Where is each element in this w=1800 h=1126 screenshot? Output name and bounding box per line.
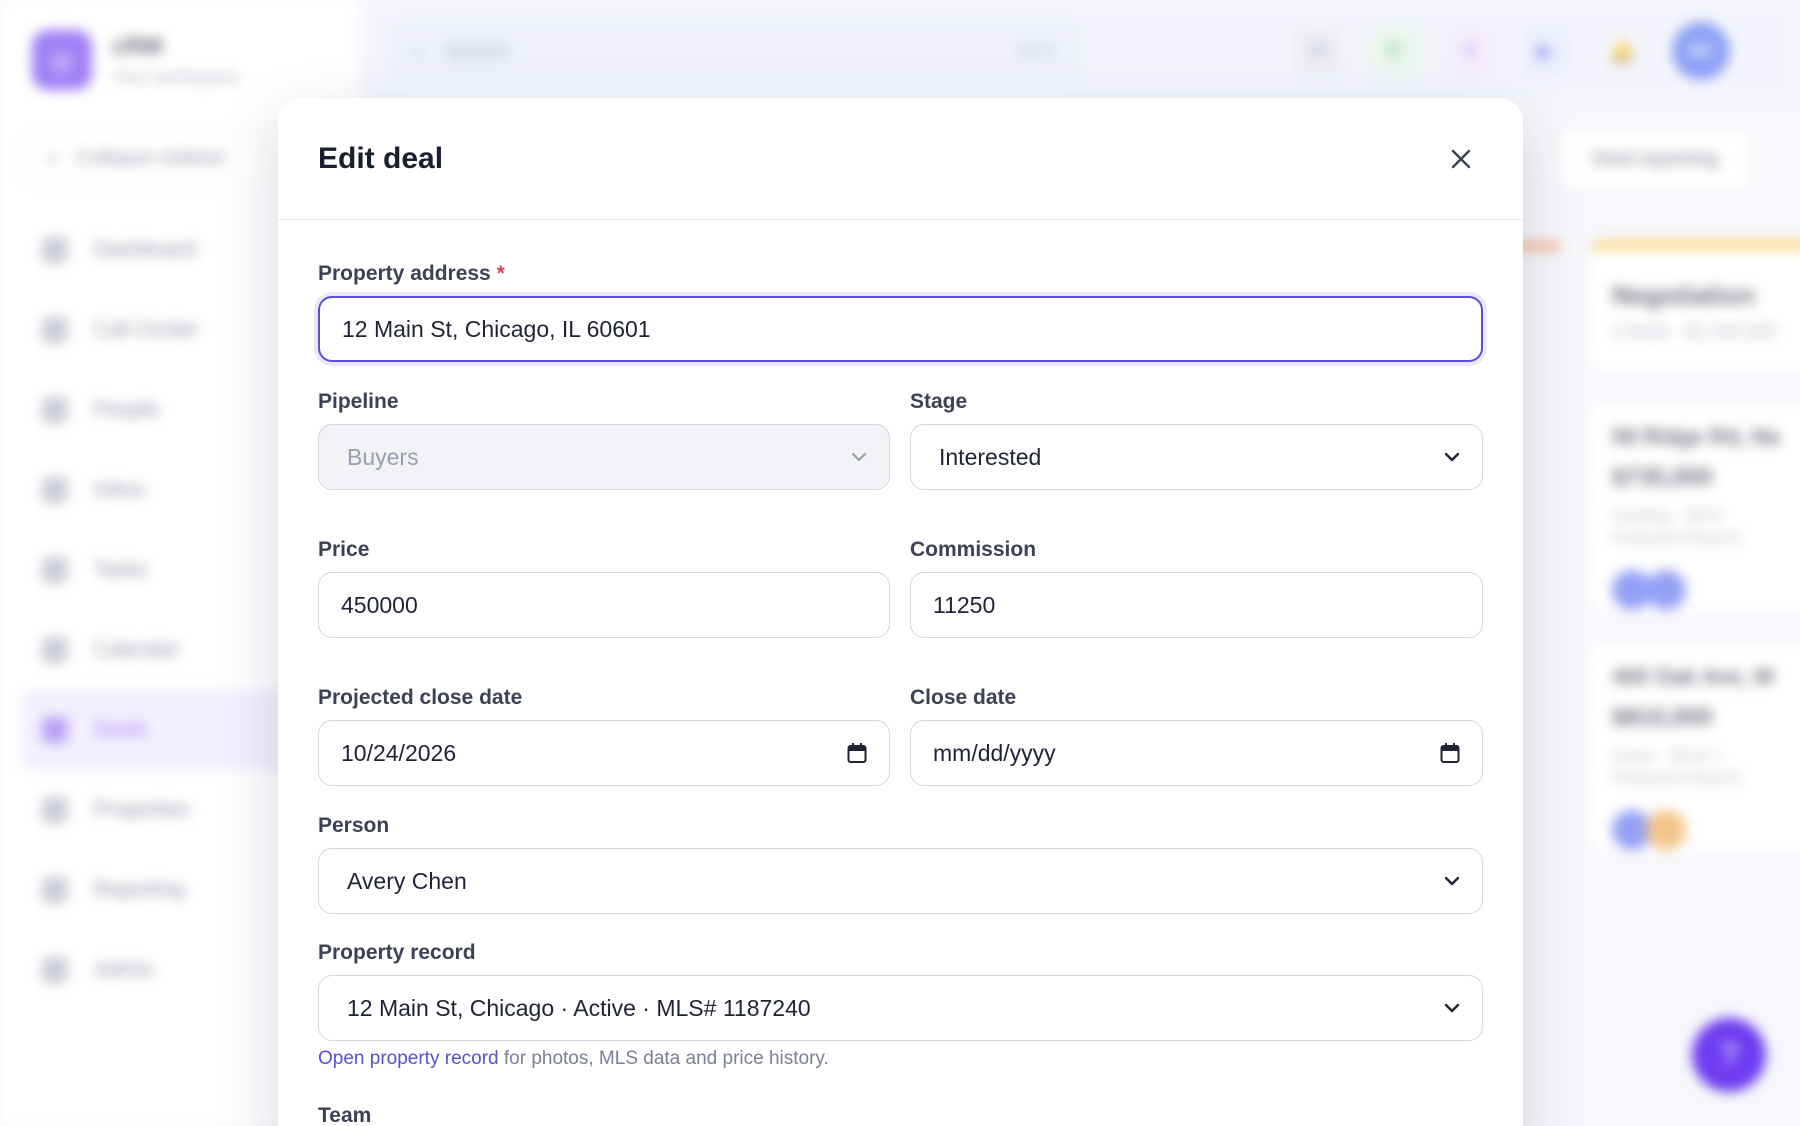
property-record-select[interactable]: 12 Main St, Chicago · Active · MLS# 1187… <box>318 975 1483 1041</box>
pipeline-value: Buyers <box>347 443 419 470</box>
calendar-icon[interactable] <box>847 742 867 764</box>
required-mark: * <box>496 262 505 285</box>
commission-label: Commission <box>910 538 1037 561</box>
help-button[interactable]: ? <box>1692 1018 1766 1092</box>
person-value: Avery Chen <box>347 867 467 894</box>
projected-close-date-value: 10/24/2026 <box>341 739 457 766</box>
property-address-value: 12 Main St, Chicago, IL 60601 <box>342 315 651 342</box>
stage-value: Interested <box>939 443 1042 470</box>
chevron-down-icon <box>1444 876 1460 886</box>
commission-input[interactable]: 11250 <box>910 572 1483 638</box>
open-property-record-link[interactable]: Open property record <box>318 1048 499 1069</box>
pipeline-label: Pipeline <box>318 390 399 413</box>
close-date-label: Close date <box>910 686 1017 709</box>
projected-close-date-label: Projected close date <box>318 686 523 709</box>
modal-title: Edit deal <box>318 141 444 175</box>
property-record-helper: Open property record for photos, MLS dat… <box>318 1048 829 1070</box>
stage-select[interactable]: Interested <box>910 424 1483 490</box>
commission-value: 11250 <box>933 591 996 618</box>
chevron-down-icon <box>851 452 867 462</box>
close-date-value: mm/dd/yyyy <box>933 739 1056 766</box>
pipeline-select: Buyers <box>318 424 890 490</box>
property-record-label: Property record <box>318 941 476 964</box>
stage-label: Stage <box>910 390 968 413</box>
property-address-label-text: Property address <box>318 262 491 285</box>
close-icon <box>1451 149 1471 168</box>
price-label: Price <box>318 538 370 561</box>
calendar-icon[interactable] <box>1440 742 1460 764</box>
modal-header: Edit deal <box>278 98 1523 220</box>
property-address-input[interactable]: 12 Main St, Chicago, IL 60601 <box>318 296 1483 362</box>
chevron-down-icon <box>1444 1003 1460 1013</box>
edit-deal-modal: Edit deal Property address * 12 Main St,… <box>278 98 1523 1126</box>
property-record-value: 12 Main St, Chicago · Active · MLS# 1187… <box>347 994 811 1021</box>
close-button[interactable] <box>1439 137 1483 181</box>
chevron-down-icon <box>1444 452 1460 462</box>
price-input[interactable]: 450000 <box>318 572 890 638</box>
projected-close-date-input[interactable]: 10/24/2026 <box>318 720 890 786</box>
team-label: Team <box>318 1104 372 1126</box>
person-select[interactable]: Avery Chen <box>318 848 1483 914</box>
close-date-input[interactable]: mm/dd/yyyy <box>910 720 1483 786</box>
person-label: Person <box>318 814 390 837</box>
property-address-label: Property address * <box>318 262 505 286</box>
price-value: 450000 <box>341 591 418 618</box>
helper-text: for photos, MLS data and price history. <box>498 1048 829 1069</box>
